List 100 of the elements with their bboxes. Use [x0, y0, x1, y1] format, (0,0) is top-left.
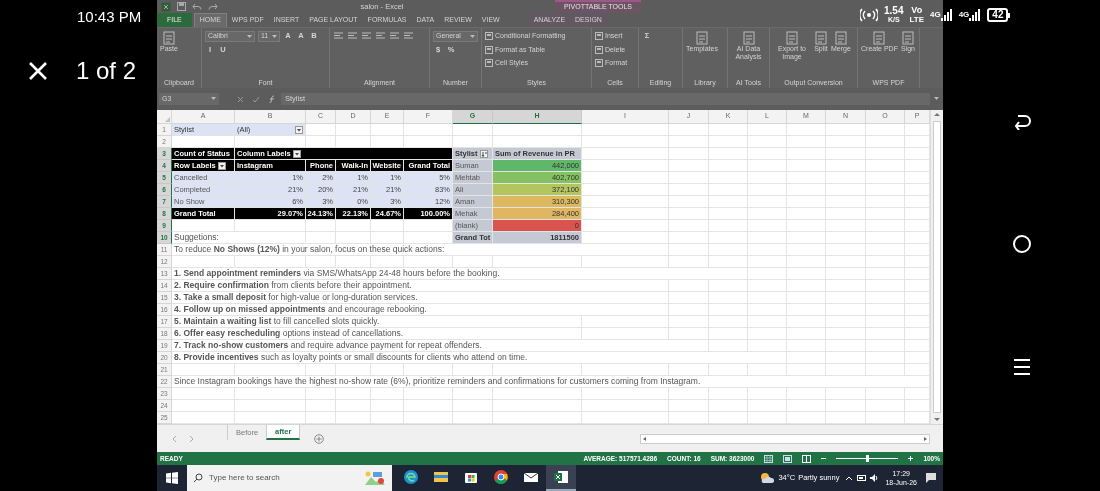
empty-cell[interactable]	[826, 208, 866, 221]
empty-cell[interactable]	[748, 220, 787, 233]
empty-cell[interactable]	[866, 388, 905, 400]
empty-cell[interactable]	[453, 364, 493, 376]
previous-sheet-icon[interactable]	[171, 434, 179, 443]
empty-cell[interactable]	[669, 220, 709, 233]
empty-cell[interactable]	[866, 160, 905, 173]
empty-cell[interactable]	[826, 220, 866, 233]
empty-cell[interactable]	[748, 160, 787, 173]
empty-cell[interactable]	[493, 256, 582, 268]
empty-cell[interactable]	[404, 256, 453, 268]
empty-cell[interactable]	[669, 292, 709, 304]
empty-cell[interactable]	[748, 364, 787, 376]
empty-cell[interactable]	[826, 304, 866, 316]
empty-cell[interactable]	[453, 124, 493, 137]
empty-cell[interactable]	[866, 184, 905, 197]
empty-cell[interactable]	[669, 208, 709, 221]
empty-cell[interactable]	[709, 316, 748, 328]
chevron-up-icon[interactable]	[845, 475, 854, 481]
empty-cell[interactable]	[709, 196, 748, 209]
empty-cell[interactable]	[336, 400, 371, 412]
add-sheet-icon[interactable]	[314, 433, 325, 444]
empty-cell[interactable]	[866, 340, 905, 352]
empty-cell[interactable]	[866, 292, 905, 304]
align-icon[interactable]	[347, 31, 358, 40]
empty-cell[interactable]	[826, 340, 866, 352]
empty-cell[interactable]	[866, 352, 905, 364]
empty-cell[interactable]	[787, 304, 826, 316]
page-layout-icon[interactable]	[783, 454, 793, 463]
undo-icon[interactable]	[192, 2, 202, 11]
empty-cell[interactable]	[826, 328, 866, 340]
home-icon[interactable]	[1011, 234, 1032, 254]
empty-cell[interactable]	[709, 184, 748, 197]
empty-cell[interactable]	[826, 316, 866, 328]
align-icon[interactable]	[361, 31, 372, 40]
empty-cell[interactable]	[748, 400, 787, 412]
empty-cell[interactable]	[748, 232, 787, 245]
empty-cell[interactable]	[866, 244, 905, 256]
empty-cell[interactable]	[371, 124, 404, 137]
empty-cell[interactable]	[748, 316, 787, 328]
empty-cell[interactable]	[235, 256, 306, 268]
empty-cell[interactable]	[306, 400, 336, 412]
empty-cell[interactable]	[787, 400, 826, 412]
empty-cell[interactable]	[371, 256, 404, 268]
empty-cell[interactable]	[748, 208, 787, 221]
dropdown-icon[interactable]	[295, 125, 303, 134]
empty-cell[interactable]	[748, 172, 787, 185]
empty-cell[interactable]	[669, 196, 709, 209]
empty-cell[interactable]	[748, 304, 787, 316]
empty-cell[interactable]	[748, 196, 787, 209]
empty-cell[interactable]	[826, 136, 866, 148]
empty-cell[interactable]	[371, 220, 404, 233]
empty-cell[interactable]	[866, 208, 905, 221]
notification-icon[interactable]	[925, 472, 937, 484]
empty-cell[interactable]	[709, 124, 748, 137]
empty-cell[interactable]	[371, 232, 404, 245]
normal-view-icon[interactable]	[764, 454, 774, 463]
empty-cell[interactable]	[709, 280, 748, 292]
empty-cell[interactable]	[787, 244, 826, 256]
empty-cell[interactable]	[866, 268, 905, 280]
enter-icon[interactable]	[252, 95, 260, 103]
empty-cell[interactable]	[866, 316, 905, 328]
empty-cell[interactable]	[582, 400, 669, 412]
empty-cell[interactable]	[787, 124, 826, 137]
empty-cell[interactable]	[669, 304, 709, 316]
empty-cell[interactable]	[787, 292, 826, 304]
empty-cell[interactable]	[748, 340, 787, 352]
search-input[interactable]: Type here to search	[209, 472, 358, 484]
empty-cell[interactable]	[709, 160, 748, 173]
empty-cell[interactable]	[336, 232, 371, 245]
empty-cell[interactable]	[787, 340, 826, 352]
align-icon[interactable]	[375, 31, 386, 40]
empty-cell[interactable]	[669, 256, 709, 268]
empty-cell[interactable]	[404, 400, 453, 412]
empty-cell[interactable]	[826, 172, 866, 185]
empty-cell[interactable]	[709, 136, 748, 148]
empty-cell[interactable]	[826, 148, 866, 161]
empty-cell[interactable]	[453, 400, 493, 412]
empty-cell[interactable]	[826, 400, 866, 412]
empty-cell[interactable]	[582, 328, 669, 340]
align-icon[interactable]	[333, 31, 344, 40]
select-all-corner[interactable]	[157, 110, 172, 124]
empty-cell[interactable]	[306, 388, 336, 400]
empty-cell[interactable]	[826, 268, 866, 280]
taskbar-app-button[interactable]	[546, 465, 576, 491]
taskbar-search-box[interactable]: Type here to search	[187, 465, 392, 491]
empty-cell[interactable]	[866, 280, 905, 292]
empty-cell[interactable]	[669, 316, 709, 328]
empty-cell[interactable]	[866, 400, 905, 412]
redo-icon[interactable]	[208, 2, 218, 11]
empty-cell[interactable]	[826, 232, 866, 245]
empty-cell[interactable]	[787, 232, 826, 245]
empty-cell[interactable]	[826, 244, 866, 256]
scrollbar-thumb[interactable]	[933, 121, 941, 413]
align-icon[interactable]	[389, 31, 400, 40]
close-icon[interactable]	[28, 61, 48, 81]
empty-cell[interactable]	[669, 184, 709, 197]
empty-cell[interactable]	[336, 124, 371, 137]
empty-cell[interactable]	[787, 160, 826, 173]
empty-cell[interactable]	[748, 124, 787, 137]
